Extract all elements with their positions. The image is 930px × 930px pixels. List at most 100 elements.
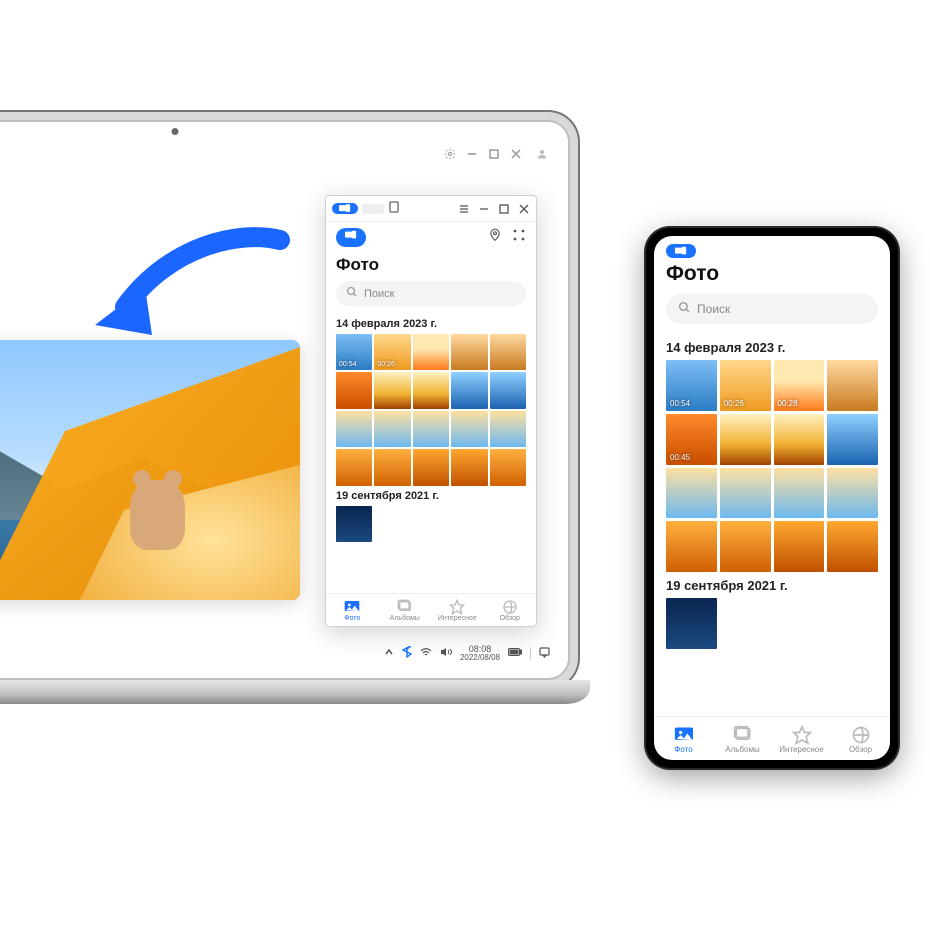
phone-mirror-window[interactable]: Фото Поиск 14 февраля 2023 г. 00:54 00:2… — [325, 195, 537, 627]
taskbar-clock[interactable]: 08:08 2022/08/08 — [460, 645, 500, 662]
photo-thumb[interactable] — [451, 334, 487, 370]
minimize-icon[interactable] — [466, 148, 478, 160]
dragged-photo-preview[interactable] — [0, 340, 300, 600]
search-icon — [678, 301, 691, 317]
photo-thumb[interactable] — [490, 411, 526, 447]
photo-thumb[interactable] — [827, 468, 878, 519]
photo-thumb[interactable] — [827, 521, 878, 572]
page-title: Фото — [336, 255, 526, 275]
photo-thumb[interactable] — [666, 521, 717, 572]
photo-thumb[interactable] — [720, 468, 771, 519]
bluetooth-icon[interactable] — [402, 646, 412, 660]
video-duration: 00:26 — [724, 399, 744, 408]
nav-albums[interactable]: Альбомы — [713, 725, 772, 754]
section-heading: 19 сентября 2021 г. — [336, 490, 526, 502]
taskbar-date: 2022/08/08 — [460, 654, 500, 662]
laptop-base — [0, 680, 590, 704]
nav-browse[interactable]: Обзор — [831, 725, 890, 754]
cast-badge — [336, 228, 366, 247]
photos-icon — [674, 725, 694, 743]
photo-thumb[interactable] — [774, 521, 825, 572]
nav-moments[interactable]: Интересное — [431, 599, 484, 622]
phone-screen: Фото Поиск 14 февраля 2023 г. 00:54 00:2… — [654, 236, 890, 760]
photo-thumb[interactable]: 00:28 — [774, 360, 825, 411]
star-icon — [449, 599, 465, 613]
photo-thumb[interactable] — [374, 411, 410, 447]
photo-thumb[interactable] — [451, 411, 487, 447]
photo-thumb[interactable] — [490, 372, 526, 408]
photo-thumb[interactable] — [413, 411, 449, 447]
photo-thumb[interactable]: 00:54 — [336, 334, 372, 370]
photo-thumb[interactable] — [666, 598, 717, 649]
photo-thumb[interactable] — [374, 372, 410, 408]
desktop-window-controls — [436, 142, 556, 166]
video-duration: 00:54 — [339, 361, 357, 368]
nav-photos[interactable]: Фото — [654, 725, 713, 754]
nav-browse[interactable]: Обзор — [484, 599, 537, 622]
gear-icon[interactable] — [444, 148, 456, 160]
browse-icon — [851, 725, 871, 743]
photo-thumb[interactable] — [336, 506, 372, 542]
video-duration: 00:45 — [670, 453, 690, 462]
photo-thumb[interactable] — [336, 372, 372, 408]
device-name-blur — [362, 204, 384, 214]
wifi-icon[interactable] — [420, 647, 432, 659]
photo-thumb[interactable] — [490, 334, 526, 370]
section-heading: 19 сентября 2021 г. — [666, 578, 878, 593]
photo-thumb[interactable] — [451, 449, 487, 485]
search-placeholder: Поиск — [697, 302, 730, 316]
maximize-icon[interactable] — [488, 148, 500, 160]
drag-arrow-icon — [90, 225, 290, 345]
photo-thumb[interactable]: 00:45 — [666, 414, 717, 465]
search-input[interactable]: Поиск — [666, 294, 878, 324]
chevron-up-icon[interactable] — [384, 647, 394, 659]
phone-frame: Фото Поиск 14 февраля 2023 г. 00:54 00:2… — [646, 228, 898, 768]
nav-moments[interactable]: Интересное — [772, 725, 831, 754]
photo-thumb[interactable] — [827, 360, 878, 411]
section-heading: 14 февраля 2023 г. — [666, 340, 878, 355]
photo-thumb[interactable] — [720, 414, 771, 465]
search-icon — [346, 286, 358, 301]
menu-icon[interactable] — [458, 203, 470, 215]
mirror-window-titlebar[interactable] — [326, 196, 536, 222]
photo-thumb[interactable]: 00:26 — [374, 334, 410, 370]
albums-icon — [733, 725, 753, 743]
maximize-icon[interactable] — [498, 203, 510, 215]
multiscreen-badge — [332, 203, 358, 214]
photo-thumb[interactable] — [413, 372, 449, 408]
tablet-icon[interactable] — [388, 200, 400, 218]
nav-photos[interactable]: Фото — [326, 599, 379, 622]
page-title: Фото — [666, 262, 878, 286]
user-icon[interactable] — [536, 148, 548, 160]
photo-thumb[interactable] — [490, 449, 526, 485]
nav-label: Фото — [674, 745, 692, 754]
photo-thumb[interactable] — [413, 449, 449, 485]
minimize-icon[interactable] — [478, 203, 490, 215]
photo-thumb[interactable] — [413, 334, 449, 370]
nav-albums[interactable]: Альбомы — [379, 599, 432, 622]
star-icon — [792, 725, 812, 743]
photo-thumb[interactable] — [336, 411, 372, 447]
more-grid-icon[interactable] — [512, 228, 526, 247]
photo-thumb[interactable] — [336, 449, 372, 485]
thumbnail-grid: 00:54 00:26 00:28 00:45 — [666, 360, 878, 572]
photo-thumb[interactable]: 00:54 — [666, 360, 717, 411]
photo-thumb[interactable] — [666, 468, 717, 519]
photo-thumb[interactable] — [774, 468, 825, 519]
photo-thumb[interactable]: 00:26 — [720, 360, 771, 411]
map-pin-icon[interactable] — [488, 228, 502, 247]
photo-thumb[interactable] — [827, 414, 878, 465]
bottom-nav: Фото Альбомы Интересное Обзор — [326, 593, 536, 626]
thumbnail-grid — [336, 506, 526, 542]
photo-thumb[interactable] — [451, 372, 487, 408]
close-icon[interactable] — [510, 148, 522, 160]
volume-icon[interactable] — [440, 647, 452, 659]
close-icon[interactable] — [518, 203, 530, 215]
search-input[interactable]: Поиск — [336, 281, 526, 306]
photo-thumb[interactable] — [774, 414, 825, 465]
video-duration: 00:28 — [778, 399, 798, 408]
photo-thumb[interactable] — [374, 449, 410, 485]
photo-thumb[interactable] — [720, 521, 771, 572]
notifications-icon[interactable] — [539, 647, 550, 660]
bottom-nav: Фото Альбомы Интересное Обзор — [654, 716, 890, 760]
